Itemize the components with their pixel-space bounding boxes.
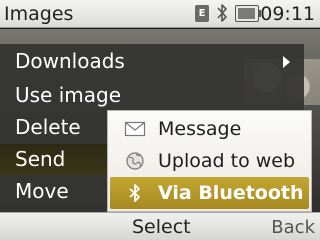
menu-item-label: Use image (15, 83, 122, 107)
submenu-item-label: Message (158, 118, 242, 140)
send-submenu: Message Upload to web Via Bluetooth (107, 110, 312, 212)
menu-item-label: Delete (15, 115, 81, 139)
menu-item-downloads[interactable]: Downloads (0, 46, 304, 77)
envelope-icon (124, 121, 146, 137)
network-mode-indicator: E (195, 5, 209, 22)
clock: 09:11 (260, 3, 315, 25)
battery-icon (235, 5, 261, 22)
submenu-item-label: Upload to web (158, 150, 296, 172)
back-softkey[interactable]: Back (271, 215, 315, 240)
app-title: Images (4, 3, 74, 25)
status-bar: Images E 09:11 (0, 0, 320, 28)
globe-icon (126, 152, 144, 170)
softkey-bar: Select Back (0, 212, 320, 240)
bluetooth-icon (129, 184, 140, 202)
menu-item-label: Downloads (15, 49, 125, 73)
submenu-item-label: Via Bluetooth (158, 182, 304, 204)
submenu-item-message[interactable]: Message (108, 113, 311, 145)
menu-item-label: Move (15, 179, 69, 203)
menu-item-label: Send (15, 147, 66, 171)
submenu-arrow-icon (283, 56, 290, 68)
menu-item-use-image[interactable]: Use image (0, 80, 304, 111)
submenu-item-via-bluetooth[interactable]: Via Bluetooth (110, 177, 309, 209)
bluetooth-icon (217, 4, 227, 22)
select-softkey[interactable]: Select (132, 214, 191, 240)
menu-item-send[interactable]: Send (0, 144, 108, 175)
submenu-item-upload-to-web[interactable]: Upload to web (108, 145, 311, 177)
